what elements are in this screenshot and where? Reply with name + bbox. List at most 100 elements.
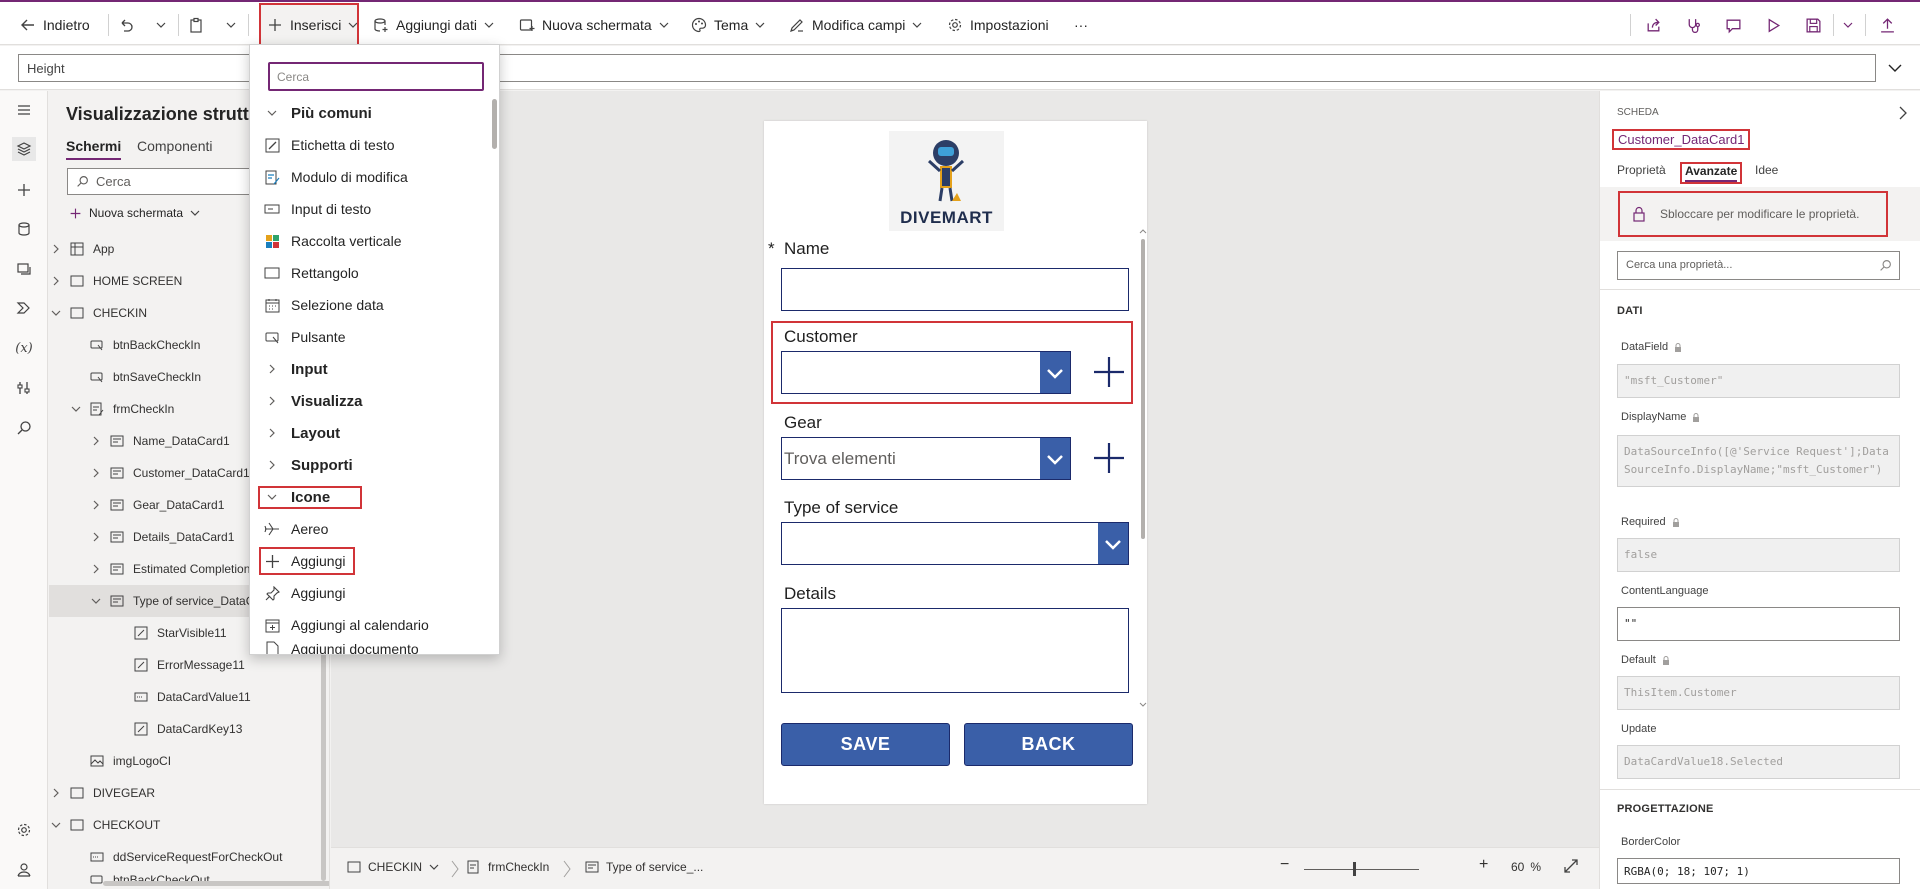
tree-vertical-scrollbar[interactable] [321, 651, 326, 881]
divemart-logo[interactable]: DIVEMART [889, 131, 1004, 231]
property-selector[interactable]: Height [18, 54, 250, 82]
customer-dropdown-button[interactable] [1040, 352, 1070, 393]
menu-group-media[interactable]: Supporti [250, 449, 490, 481]
menu-item-button[interactable]: Pulsante [250, 321, 490, 353]
tree-node-ddservicerequestforcheckout[interactable]: ddServiceRequestForCheckOut [49, 841, 329, 873]
expand-formula-button[interactable] [1887, 60, 1903, 76]
virtual-agent-icon[interactable] [12, 858, 36, 882]
menu-group-most-common[interactable]: Più comuni [250, 97, 490, 129]
insert-button[interactable]: Inserisci [259, 3, 359, 46]
required-value[interactable]: false [1617, 538, 1900, 572]
settings-rail-icon[interactable] [12, 818, 36, 842]
zoom-out-button[interactable]: − [1280, 856, 1289, 874]
datafield-value[interactable]: "msft_Customer" [1617, 364, 1900, 398]
undo-button[interactable] [118, 10, 134, 40]
comments-button[interactable] [1725, 10, 1742, 40]
preview-button[interactable] [1765, 10, 1782, 40]
menu-group-layout[interactable]: Layout [250, 417, 490, 449]
settings-button[interactable]: Impostazioni [947, 10, 1049, 40]
variables-icon[interactable]: (x) [12, 336, 36, 360]
menu-icon[interactable] [12, 98, 36, 122]
tree-view-icon[interactable] [12, 137, 36, 161]
menu-item-add-pin[interactable]: Aggiungi [250, 577, 490, 609]
back-button[interactable]: Indietro [20, 10, 90, 40]
tree-node-datacardvalue11[interactable]: DataCardValue11 [49, 681, 329, 713]
menu-item-add-plus[interactable]: Aggiungi [250, 545, 490, 577]
menu-item-add-to-calendar[interactable]: Aggiungi al calendario [250, 609, 490, 641]
save-dropdown[interactable] [1843, 10, 1853, 40]
media-icon[interactable] [12, 257, 36, 281]
insert-menu-scrollbar[interactable] [492, 99, 497, 149]
save-button[interactable] [1805, 10, 1822, 40]
menu-item-text-input[interactable]: Input di testo [250, 193, 490, 225]
add-gear-plus-icon[interactable] [1092, 441, 1126, 475]
form-save-button[interactable]: SAVE [781, 723, 950, 766]
power-automate-icon[interactable] [12, 296, 36, 320]
breadcrumb-card[interactable]: Type of service_... [585, 860, 703, 874]
tab-advanced[interactable]: Avanzate [1680, 162, 1743, 184]
type-of-service-dropdown[interactable] [781, 522, 1129, 565]
new-screen-button[interactable]: Nuova schermata [519, 10, 669, 40]
details-textarea[interactable] [781, 608, 1129, 693]
menu-item-rectangle[interactable]: Rettangolo [250, 257, 490, 289]
menu-item-text-label[interactable]: Etichetta di testo [250, 129, 490, 161]
gear-dropdown-button[interactable] [1040, 438, 1070, 479]
bordercolor-value[interactable]: RGBA(0; 18; 107; 1) [1617, 858, 1900, 884]
tree-node-label: ddServiceRequestForCheckOut [113, 850, 283, 864]
screen-scrollbar[interactable] [1139, 229, 1147, 709]
property-search-input[interactable]: Cerca una proprietà... [1617, 251, 1900, 280]
advanced-tools-icon[interactable] [12, 376, 36, 400]
tab-screens[interactable]: Schermi [66, 138, 122, 160]
paste-button[interactable] [188, 10, 204, 40]
zoom-in-button[interactable]: + [1479, 856, 1488, 874]
tree-node-imglogoci[interactable]: imgLogoCI [49, 745, 329, 777]
paste-dropdown[interactable] [226, 10, 236, 40]
insert-search-input[interactable]: Cerca [268, 62, 484, 91]
zoom-slider-thumb[interactable] [1353, 862, 1356, 876]
insert-rail-icon[interactable] [12, 178, 36, 202]
fit-to-window-button[interactable] [1563, 858, 1579, 874]
tab-ideas[interactable]: Idee [1755, 163, 1778, 177]
app-checker-button[interactable] [1685, 10, 1702, 40]
collapse-panel-button[interactable] [1897, 105, 1909, 121]
menu-group-input[interactable]: Input [250, 353, 490, 385]
tree-node-checkout[interactable]: CHECKOUT [49, 809, 329, 841]
menu-item-vertical-gallery[interactable]: Raccolta verticale [250, 225, 490, 257]
publish-button[interactable] [1879, 10, 1896, 40]
more-button[interactable]: ··· [1074, 10, 1088, 40]
menu-group-display[interactable]: Visualizza [250, 385, 490, 417]
breadcrumb-form[interactable]: frmCheckIn [467, 860, 549, 874]
tab-properties[interactable]: Proprietà [1617, 163, 1666, 177]
type-of-service-dropdown-button[interactable] [1098, 523, 1128, 564]
tree-node-divegear[interactable]: DIVEGEAR [49, 777, 329, 809]
zoom-slider-track[interactable] [1304, 869, 1419, 870]
contentlanguage-value[interactable]: "" [1617, 607, 1900, 641]
displayname-value[interactable]: DataSourceInfo([@'Service Request'];Data… [1617, 435, 1900, 487]
undo-dropdown[interactable] [156, 10, 166, 40]
default-value[interactable]: ThisItem.Customer [1617, 676, 1900, 710]
menu-item-add-document[interactable]: Aggiungi documento [250, 641, 490, 654]
edit-fields-button[interactable]: Modifica campi [789, 10, 922, 40]
name-input[interactable] [781, 268, 1129, 311]
add-customer-plus-icon[interactable] [1092, 355, 1126, 389]
share-button[interactable] [1645, 10, 1662, 40]
search-icon[interactable] [12, 416, 36, 440]
data-icon[interactable] [12, 217, 36, 241]
customer-dropdown[interactable] [781, 351, 1071, 394]
menu-item-date-picker[interactable]: Selezione data [250, 289, 490, 321]
form-back-button[interactable]: BACK [964, 723, 1133, 766]
add-data-button[interactable]: Aggiungi dati [373, 10, 494, 40]
new-screen-tree-button[interactable]: Nuova schermata [69, 206, 200, 220]
gear-combobox[interactable]: Trova elementi [781, 437, 1071, 480]
tree-node-datacardkey13[interactable]: DataCardKey13 [49, 713, 329, 745]
breadcrumb-screen[interactable]: CHECKIN [347, 860, 439, 874]
theme-button[interactable]: Tema [691, 10, 765, 40]
tree-horizontal-scrollbar[interactable] [103, 881, 329, 886]
selected-control-name[interactable]: Customer_DataCard1 [1612, 129, 1751, 150]
tab-components[interactable]: Componenti [137, 138, 213, 154]
menu-group-icons[interactable]: Icone [250, 481, 490, 513]
update-value[interactable]: DataCardValue18.Selected [1617, 745, 1900, 779]
menu-item-edit-form[interactable]: Modulo di modifica [250, 161, 490, 193]
menu-item-airplane[interactable]: Aereo [250, 513, 490, 545]
unlock-button[interactable]: Sbloccare per modificare le proprietà. [1618, 191, 1888, 237]
